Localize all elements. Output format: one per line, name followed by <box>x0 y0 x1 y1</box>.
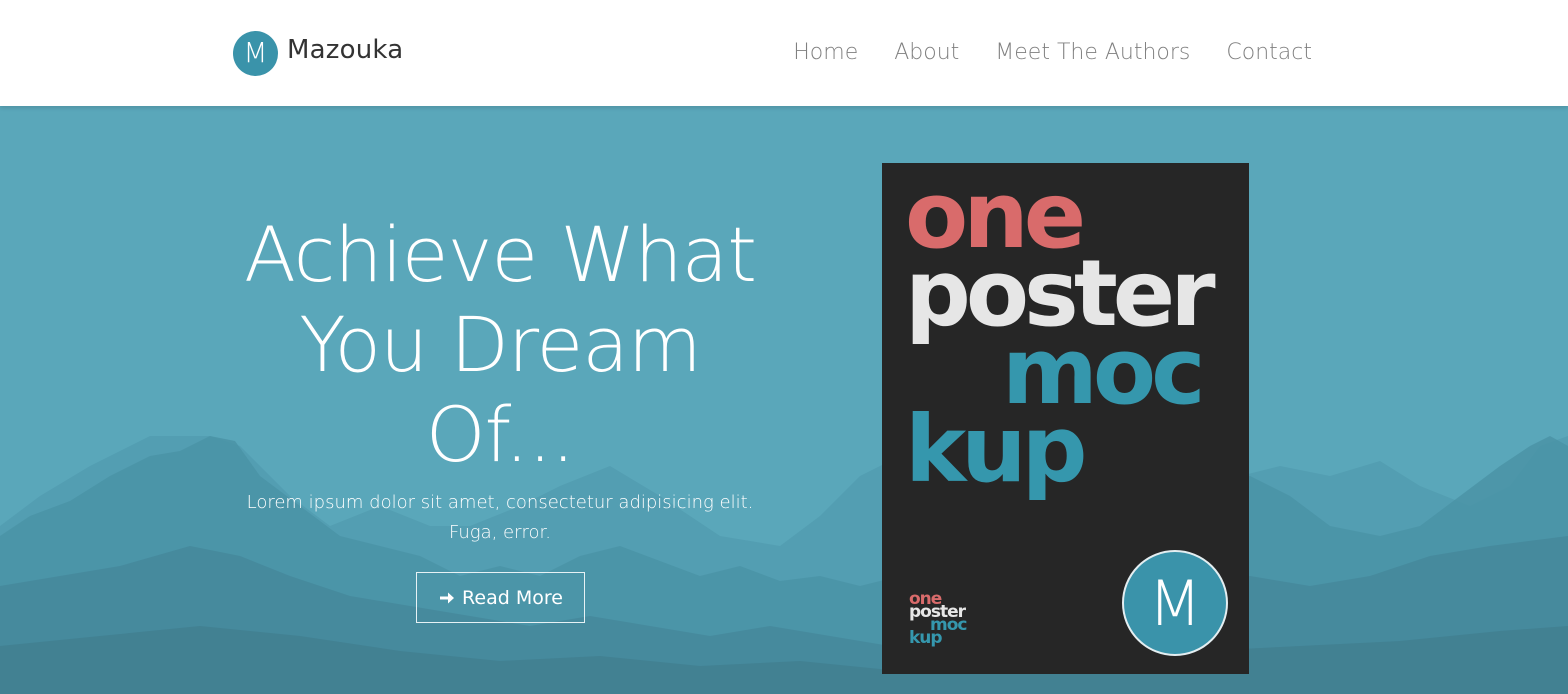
hero-section: Achieve What You Dream Of... Lorem ipsum… <box>0 106 1568 694</box>
nav-link-meet-the-authors[interactable]: Meet The Authors <box>995 40 1190 65</box>
headline-line: You Dream <box>299 300 702 389</box>
headline-line: Of... <box>425 390 576 479</box>
poster-logo-icon: M <box>1122 550 1228 656</box>
brand-link[interactable]: M Mazouka <box>233 30 403 76</box>
read-more-button[interactable]: Read More <box>416 572 585 623</box>
poster-title: one poster moc kup <box>905 170 1216 496</box>
hero-subtext: Lorem ipsum dolor sit amet, consectetur … <box>246 492 754 543</box>
navbar: M Mazouka Home About Meet The Authors Co… <box>0 0 1568 106</box>
nav-link-contact[interactable]: Contact <box>1226 40 1312 65</box>
main-nav: Home About Meet The Authors Contact <box>793 40 1312 65</box>
poster-small-title: one poster moc kup <box>909 591 967 647</box>
poster-mockup-image: one poster moc kup one poster moc kup M <box>882 163 1249 674</box>
logo-icon: M <box>233 30 278 76</box>
hero-text-block: Achieve What You Dream Of... Lorem ipsum… <box>233 210 767 548</box>
brand-name: Mazouka <box>287 35 404 65</box>
nav-link-about[interactable]: About <box>894 40 959 65</box>
nav-link-home[interactable]: Home <box>793 40 858 65</box>
hero-headline: Achieve What You Dream Of... <box>233 210 767 480</box>
read-more-label: Read More <box>462 586 563 609</box>
headline-line: Achieve What <box>243 210 757 299</box>
arrow-right-icon <box>440 592 455 603</box>
